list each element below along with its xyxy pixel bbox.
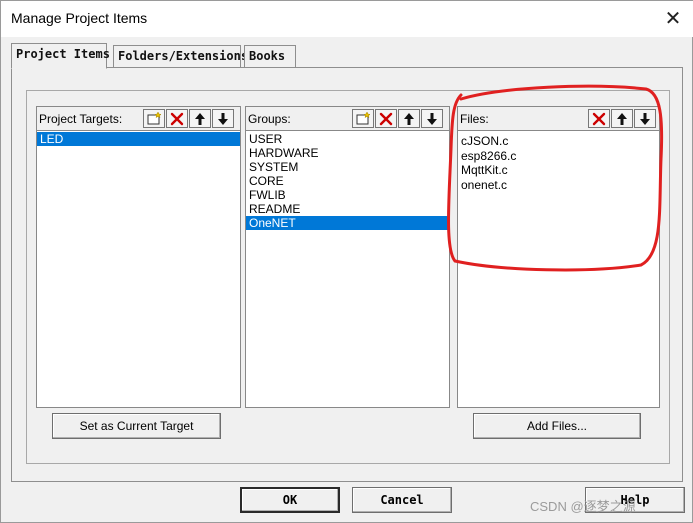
project-targets-panel: Project Targets: LED <box>36 106 241 408</box>
list-item-group-selected[interactable]: OneNET <box>246 216 449 230</box>
delete-file-button[interactable] <box>588 109 610 128</box>
files-label: Files: <box>460 112 489 126</box>
list-item-group[interactable]: SYSTEM <box>246 160 449 174</box>
list-item-group[interactable]: FWLIB <box>246 188 449 202</box>
new-item-icon <box>356 111 371 124</box>
new-item-icon <box>147 111 162 124</box>
list-item-file[interactable]: cJSON.c <box>458 134 659 149</box>
move-down-icon <box>427 112 437 125</box>
delete-icon <box>592 112 606 125</box>
files-header: Files: <box>458 107 659 131</box>
cancel-button[interactable]: Cancel <box>352 487 452 513</box>
window-title: Manage Project Items <box>11 10 148 26</box>
tab-folders-extensions[interactable]: Folders/Extensions <box>113 45 248 67</box>
delete-icon <box>379 112 393 125</box>
groups-header: Groups: <box>246 107 449 131</box>
new-group-button[interactable] <box>352 109 374 128</box>
title-bar: Manage Project Items ✕ <box>1 1 693 37</box>
new-target-button[interactable] <box>143 109 165 128</box>
tab-books[interactable]: Books <box>244 45 296 67</box>
groups-panel: Groups: USER HARDWARE SYSTEM CORE FWLIB … <box>245 106 450 408</box>
project-targets-header: Project Targets: <box>37 107 240 131</box>
add-files-button[interactable]: Add Files... <box>473 413 641 439</box>
move-down-icon <box>218 112 228 125</box>
set-current-target-button[interactable]: Set as Current Target <box>52 413 221 439</box>
delete-group-button[interactable] <box>375 109 397 128</box>
move-group-up-button[interactable] <box>398 109 420 128</box>
move-up-icon <box>617 112 627 125</box>
list-item-file[interactable]: onenet.c <box>458 178 659 193</box>
list-item-file[interactable]: MqttKit.c <box>458 163 659 178</box>
move-target-up-button[interactable] <box>189 109 211 128</box>
move-up-icon <box>195 112 205 125</box>
project-targets-label: Project Targets: <box>39 112 123 126</box>
close-icon[interactable]: ✕ <box>661 7 685 31</box>
delete-icon <box>170 112 184 125</box>
move-target-down-button[interactable] <box>212 109 234 128</box>
move-up-icon <box>404 112 414 125</box>
move-group-down-button[interactable] <box>421 109 443 128</box>
list-item-group[interactable]: HARDWARE <box>246 146 449 160</box>
project-targets-list: LED <box>37 132 240 407</box>
list-item-target[interactable]: LED <box>37 132 240 146</box>
tab-project-items[interactable]: Project Items <box>11 43 110 69</box>
files-list: cJSON.c esp8266.c MqttKit.c onenet.c <box>458 132 659 407</box>
groups-list: USER HARDWARE SYSTEM CORE FWLIB README O… <box>246 132 449 407</box>
manage-project-items-dialog: Manage Project Items ✕ Project Items Fol… <box>0 0 693 523</box>
list-item-file[interactable]: esp8266.c <box>458 149 659 164</box>
list-item-group[interactable]: CORE <box>246 174 449 188</box>
project-items-panel: Project Targets: LED Groups: USER HARDWA… <box>11 67 683 482</box>
ok-button[interactable]: OK <box>240 487 340 513</box>
move-file-down-button[interactable] <box>634 109 656 128</box>
delete-target-button[interactable] <box>166 109 188 128</box>
list-item-group[interactable]: USER <box>246 132 449 146</box>
move-file-up-button[interactable] <box>611 109 633 128</box>
list-item-group[interactable]: README <box>246 202 449 216</box>
files-panel: Files: cJSON.c esp8266.c MqttKit.c onene… <box>457 106 660 408</box>
move-down-icon <box>640 112 650 125</box>
groups-label: Groups: <box>248 112 291 126</box>
watermark-text: CSDN @逐梦之源 <box>530 499 636 514</box>
